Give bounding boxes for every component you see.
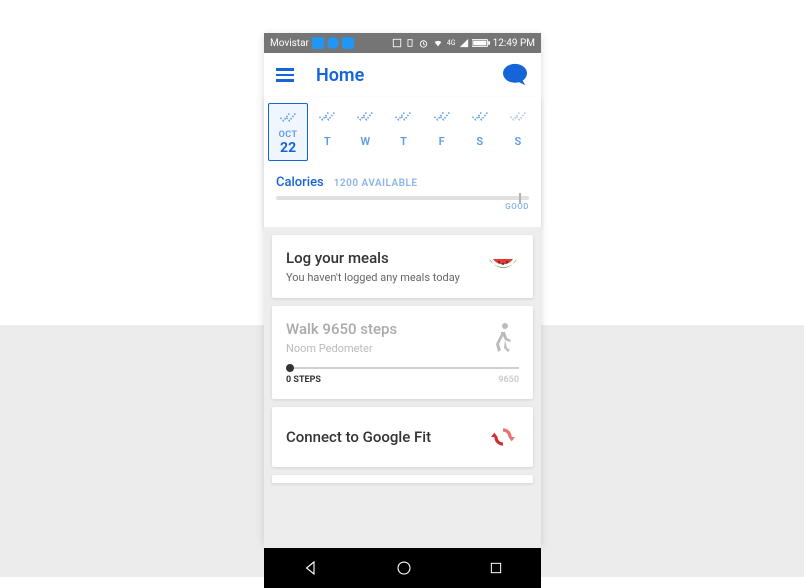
steps-current: 0 STEPS xyxy=(286,375,321,385)
day-letter: W xyxy=(348,135,382,148)
week-card: OCT 22 T W T F xyxy=(264,97,541,227)
day-letter: S xyxy=(463,135,497,148)
phone-frame: Movistar 4G 12:49 PM Home OC xyxy=(264,33,541,544)
network-4g-label: 4G xyxy=(447,39,456,47)
status-notif-icon xyxy=(312,37,324,49)
google-fit-card[interactable]: Connect to Google Fit xyxy=(272,407,533,467)
date-label: 22 xyxy=(271,140,305,156)
steps-progress xyxy=(286,367,519,369)
check-icon xyxy=(310,107,344,125)
home-button[interactable] xyxy=(395,559,413,577)
calories-quality: GOOD xyxy=(264,202,541,217)
alarm-icon xyxy=(418,38,429,49)
log-meals-card[interactable]: Log your meals You haven't logged any me… xyxy=(272,235,533,298)
steps-goal: 9650 xyxy=(498,375,519,385)
chat-icon[interactable] xyxy=(501,63,529,87)
app-bar: Home xyxy=(264,53,541,97)
cards-area: Log your meals You haven't logged any me… xyxy=(264,227,541,548)
day-letter: T xyxy=(310,135,344,148)
days-row: OCT 22 T W T F xyxy=(264,103,541,161)
android-nav-bar xyxy=(264,548,541,588)
calories-label: Calories xyxy=(276,175,324,190)
card-subtitle: Noom Pedometer xyxy=(286,342,397,355)
menu-icon[interactable] xyxy=(276,68,298,82)
next-card-peek xyxy=(272,475,533,483)
calories-available: 1200 AVAILABLE xyxy=(334,178,418,189)
carrier-label: Movistar xyxy=(270,38,309,49)
check-icon xyxy=(501,107,535,125)
day-selected[interactable]: OCT 22 xyxy=(268,103,308,161)
status-notif-icon xyxy=(327,37,339,49)
check-icon xyxy=(425,107,459,125)
month-label: OCT xyxy=(271,130,305,140)
day-item[interactable]: S xyxy=(461,103,499,161)
status-bar: Movistar 4G 12:49 PM xyxy=(264,33,541,53)
check-icon xyxy=(463,107,497,125)
day-item[interactable]: S xyxy=(499,103,537,161)
back-button[interactable] xyxy=(302,559,320,577)
watermelon-icon xyxy=(487,251,519,283)
time-label: 12:49 PM xyxy=(493,38,535,49)
check-icon xyxy=(348,107,382,125)
calories-progress xyxy=(276,196,529,200)
steps-card[interactable]: Walk 9650 steps Noom Pedometer 0 STEPS 9… xyxy=(272,306,533,399)
day-item[interactable]: T xyxy=(308,103,346,161)
day-item[interactable]: T xyxy=(384,103,422,161)
card-title: Walk 9650 steps xyxy=(286,320,397,338)
sync-icon xyxy=(487,421,519,453)
day-item[interactable]: F xyxy=(423,103,461,161)
nfc-icon xyxy=(392,38,402,48)
page-title: Home xyxy=(316,65,501,86)
day-letter: F xyxy=(425,135,459,148)
card-subtitle: You haven't logged any meals today xyxy=(286,271,460,284)
calories-row: Calories 1200 AVAILABLE xyxy=(264,161,541,192)
battery-icon xyxy=(472,38,490,48)
day-letter: T xyxy=(386,135,420,148)
walking-icon xyxy=(487,322,519,354)
card-title: Log your meals xyxy=(286,249,460,267)
wifi-icon xyxy=(432,38,444,48)
day-letter: S xyxy=(501,135,535,148)
check-icon xyxy=(271,108,305,126)
vibrate-icon xyxy=(405,38,415,48)
signal-icon xyxy=(459,38,469,48)
card-title: Connect to Google Fit xyxy=(286,428,431,446)
status-notif-icon xyxy=(342,37,354,49)
check-icon xyxy=(386,107,420,125)
day-item[interactable]: W xyxy=(346,103,384,161)
recent-button[interactable] xyxy=(488,560,504,576)
